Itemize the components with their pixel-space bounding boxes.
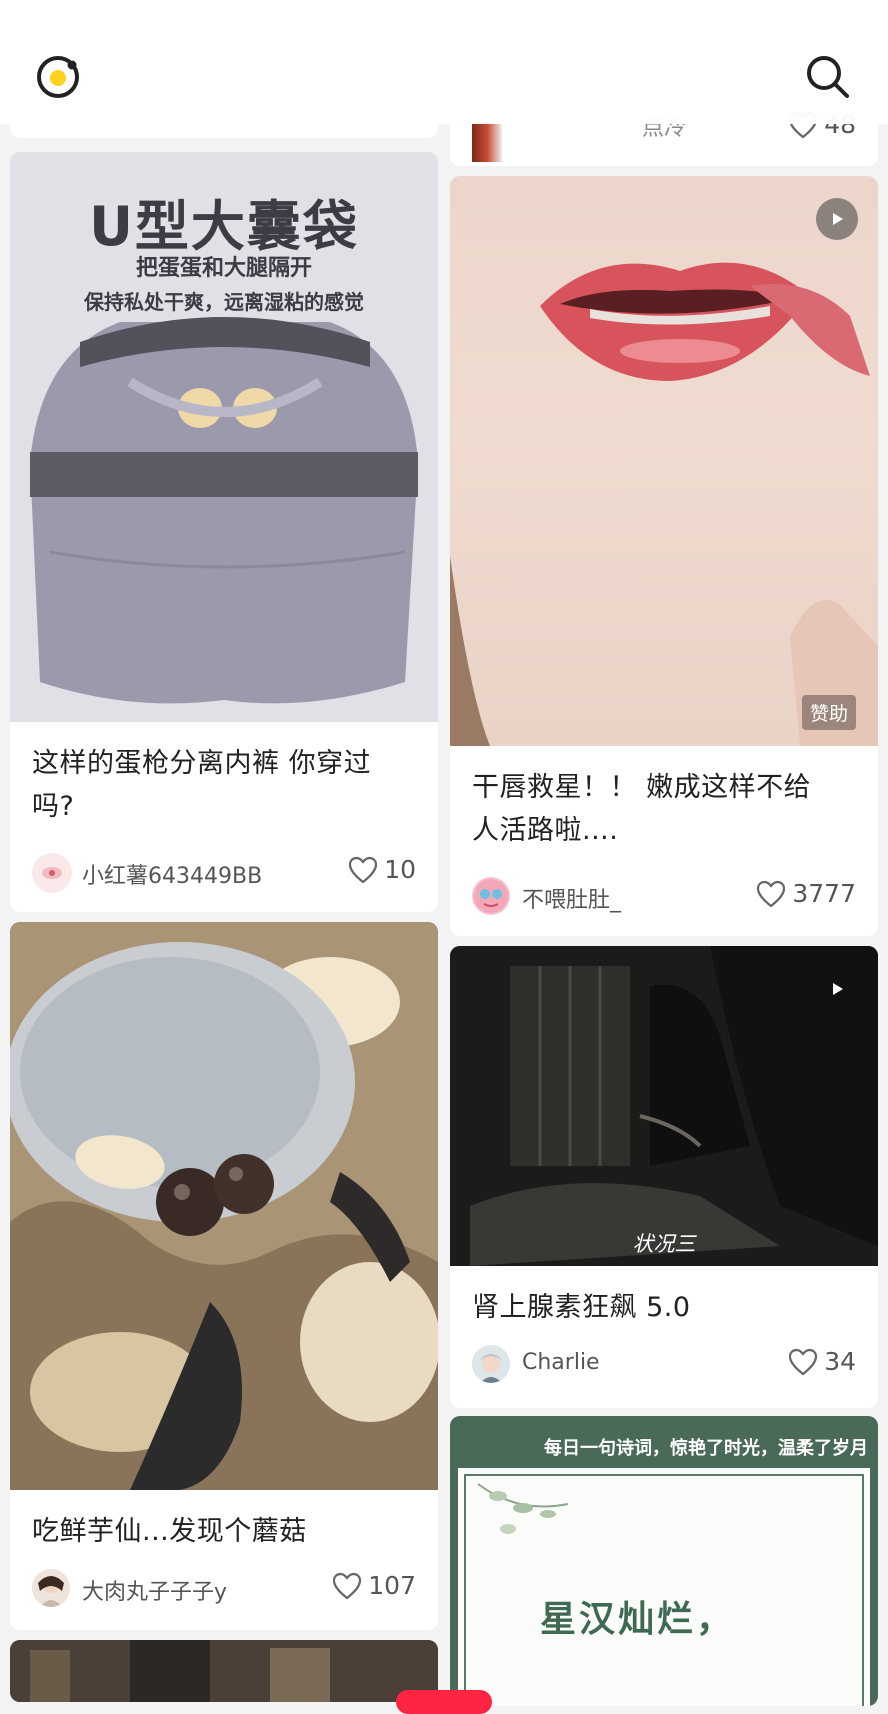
note-meta: 小红薯643449BB 10 — [32, 852, 416, 893]
author-name[interactable]: 大肉丸子子子y — [82, 1574, 227, 1606]
note-title-line: 肾上腺素狂飙 5.0 — [472, 1292, 691, 1323]
note-cover-image — [10, 922, 438, 1490]
play-icon — [833, 213, 843, 225]
heart-icon — [333, 1572, 362, 1599]
note-cover-image: 赞助 — [450, 176, 878, 746]
like-button[interactable]: 107 — [332, 1571, 416, 1600]
search-icon[interactable] — [803, 52, 851, 100]
leaf-decoration — [477, 1483, 569, 1534]
poem-banner: 每日一句诗词，惊艳了时光，温柔了岁月 — [544, 1438, 868, 1459]
video-badge — [816, 968, 858, 1010]
note-title[interactable]: 肾上腺素狂飙 5.0 — [472, 1286, 858, 1329]
note-card[interactable]: 状况三 肾上腺素狂飙 5.0 Charlie 34 — [450, 946, 878, 1408]
heart-icon — [757, 880, 786, 907]
poem-paper: 星汉灿烂， — [458, 1468, 870, 1706]
note-card[interactable]: 赞助 干唇救星！！ 嫩成这样不给 人活路啦.... 不喂肚肚_ 3777 — [450, 176, 878, 936]
note-cover-image: U型大囊袋 把蛋蛋和大腿隔开 保持私处干爽，远离湿粘的感觉 — [10, 152, 438, 722]
note-title-line: 吗? — [32, 791, 75, 822]
like-button[interactable]: 3777 — [756, 879, 856, 908]
play-icon — [833, 983, 843, 995]
note-meta: 大肉丸子子子y 107 — [32, 1568, 416, 1608]
note-card[interactable]: U型大囊袋 把蛋蛋和大腿隔开 保持私处干爽，远离湿粘的感觉 这样的蛋枪分离内裤 … — [10, 152, 438, 912]
like-count: 34 — [824, 1347, 856, 1376]
heart-icon — [349, 856, 378, 883]
poem-line: 星汉灿烂， — [540, 1599, 736, 1640]
note-title-line: 这样的蛋枪分离内裤 你穿过 — [32, 748, 372, 779]
like-button[interactable]: 10 — [348, 855, 416, 884]
note-card[interactable]: 每日一句诗词，惊艳了时光，温柔了岁月 星汉灿烂， — [450, 1416, 878, 1706]
sponsored-badge: 赞助 — [801, 695, 856, 730]
video-caption: 状况三 — [632, 1232, 696, 1256]
like-count: 10 — [384, 855, 416, 884]
note-title[interactable]: 这样的蛋枪分离内裤 你穿过 吗? — [32, 742, 418, 828]
avatar[interactable] — [472, 877, 510, 915]
note-meta: Charlie 34 — [472, 1344, 856, 1384]
author-name[interactable]: 小红薯643449BB — [82, 858, 262, 890]
note-card[interactable]: 吃鲜芋仙...发现个蘑菇 大肉丸子子子y 107 — [10, 922, 438, 1630]
avatar — [472, 122, 502, 162]
avatar[interactable] — [32, 853, 72, 893]
like-count: 107 — [368, 1571, 416, 1600]
author-name[interactable]: 不喂肚肚_ — [522, 882, 621, 914]
like-button[interactable]: 34 — [788, 1347, 856, 1376]
note-title[interactable]: 干唇救星！！ 嫩成这样不给 人活路啦.... — [472, 766, 858, 852]
avatar[interactable] — [472, 1345, 510, 1383]
note-title-line: 人活路啦.... — [472, 815, 619, 846]
underwear-illustration — [30, 317, 418, 704]
note-title-line: 吃鲜芋仙...发现个蘑菇 — [32, 1516, 307, 1547]
heart-icon — [789, 1348, 818, 1375]
app-logo-icon[interactable] — [35, 54, 81, 100]
author-name[interactable]: Charlie — [522, 1350, 600, 1375]
avatar[interactable] — [32, 1569, 70, 1607]
video-badge — [816, 198, 858, 240]
note-title-line: 干唇救星！！ 嫩成这样不给 — [472, 772, 812, 803]
top-bar — [0, 0, 888, 124]
note-title[interactable]: 吃鲜芋仙...发现个蘑菇 — [32, 1510, 418, 1553]
like-count: 3777 — [792, 879, 856, 908]
note-cover-image: 状况三 — [450, 946, 878, 1266]
note-meta: 不喂肚肚_ 3777 — [472, 876, 856, 916]
partial-card-bottom[interactable] — [10, 1640, 438, 1702]
publish-button[interactable] — [396, 1690, 492, 1714]
